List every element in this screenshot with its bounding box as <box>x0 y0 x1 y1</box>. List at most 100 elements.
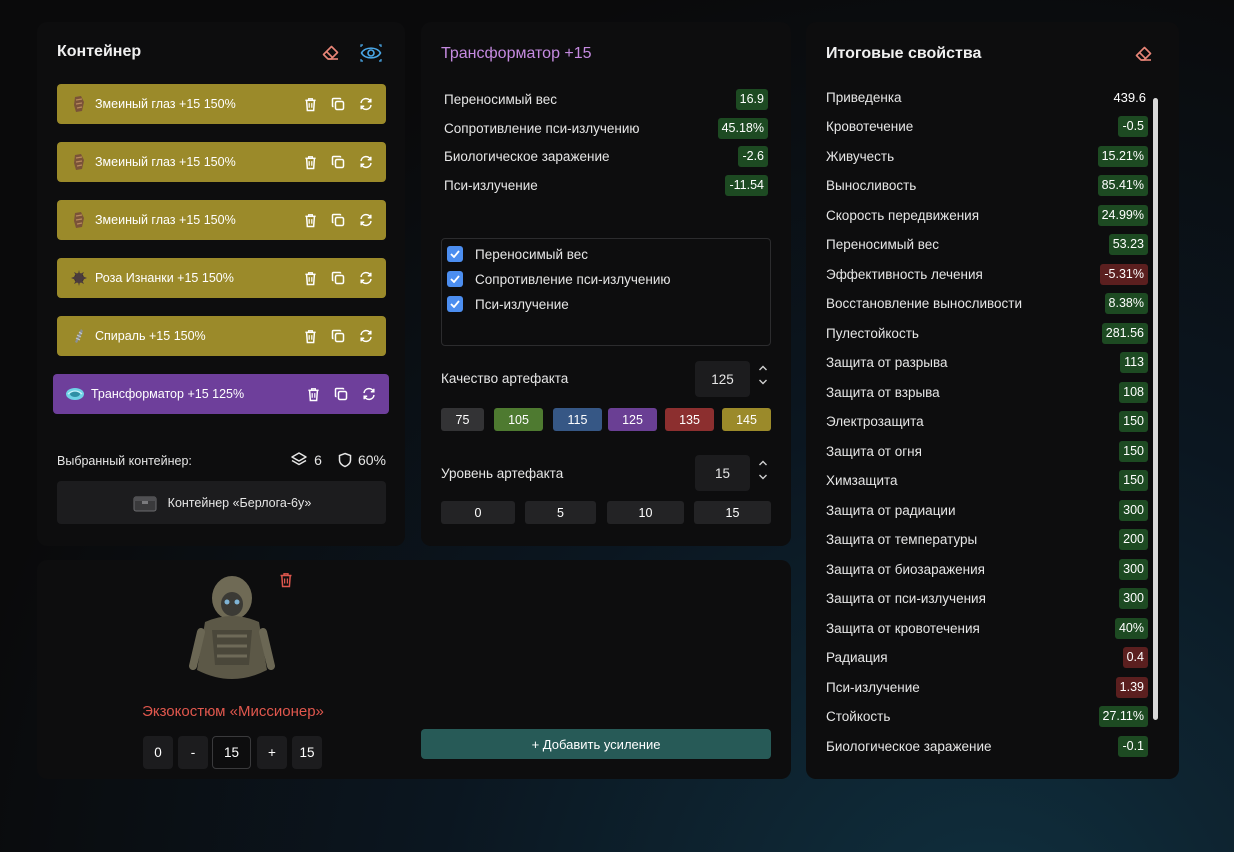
checkbox-label: Пси-излучение <box>475 296 569 312</box>
total-property-label: Переносимый вес <box>826 237 940 252</box>
copy-icon[interactable] <box>330 211 346 229</box>
property-label: Сопротивление пси-излучению <box>444 120 640 136</box>
total-property-value: 200 <box>1119 529 1148 550</box>
container-item[interactable]: Роза Изнанки +15 150% <box>57 258 386 298</box>
snake-eye-artifact-icon <box>69 94 89 114</box>
total-property-value: 27.11% <box>1098 706 1148 727</box>
container-item-actions <box>302 211 374 229</box>
quality-option-button[interactable]: 105 <box>494 408 543 431</box>
container-select-button[interactable]: Контейнер «Берлога-6у» <box>57 481 386 524</box>
quality-spinner[interactable] <box>757 363 769 391</box>
total-property-label: Кровотечение <box>826 119 914 134</box>
container-item[interactable]: Змеиный глаз +15 150% <box>57 142 386 182</box>
container-item[interactable]: Змеиный глаз +15 150% <box>57 84 386 124</box>
total-property-label: Электрозащита <box>826 414 924 429</box>
total-property-row: Защита от пси-излучения 300 <box>826 588 1148 610</box>
level-option-button[interactable]: 15 <box>694 501 771 524</box>
refresh-icon[interactable] <box>358 95 374 113</box>
quality-option-button[interactable]: 115 <box>553 408 602 431</box>
trash-icon[interactable] <box>302 211 318 229</box>
quality-option-button[interactable]: 75 <box>441 408 484 431</box>
quality-option-button[interactable]: 145 <box>722 408 771 431</box>
artifact-property-row: Сопротивление пси-излучению 45.18% <box>444 117 768 139</box>
trash-icon[interactable] <box>302 269 318 287</box>
total-property-value: 300 <box>1119 558 1148 580</box>
transformer-artifact-icon <box>65 384 85 404</box>
property-value: 16.9 <box>735 88 768 110</box>
artifact-property-row: Пси-излучение -11.54 <box>444 174 768 196</box>
chevron-down-icon[interactable] <box>757 472 769 486</box>
suit-max-button[interactable]: 15 <box>292 736 322 769</box>
total-property-row: Приведенка 439.6 <box>826 86 1148 108</box>
total-property-value: 150 <box>1119 440 1148 462</box>
container-item-label: Змеиный глаз +15 150% <box>95 155 236 169</box>
container-item[interactable]: Трансформатор +15 125% <box>53 374 389 414</box>
refresh-icon[interactable] <box>358 153 374 171</box>
property-checkbox-row[interactable]: Сопротивление пси-излучению <box>447 271 670 287</box>
layers-icon <box>290 451 308 469</box>
total-property-value: 1.39 <box>1115 676 1148 698</box>
total-property-label: Защита от разрыва <box>826 355 948 370</box>
level-option-button[interactable]: 0 <box>441 501 515 524</box>
add-boost-button[interactable]: + Добавить усиление <box>421 729 771 759</box>
trash-icon[interactable] <box>305 385 321 403</box>
chevron-up-icon[interactable] <box>757 458 769 472</box>
refresh-icon[interactable] <box>358 269 374 287</box>
refresh-icon[interactable] <box>358 211 374 229</box>
refresh-icon[interactable] <box>358 327 374 345</box>
container-item-label: Роза Изнанки +15 150% <box>95 271 234 285</box>
container-item-actions <box>305 385 377 403</box>
copy-icon[interactable] <box>330 153 346 171</box>
artifact-panel: Трансформатор +15 Переносимый вес 16.9 Соп… <box>421 22 791 546</box>
copy-icon[interactable] <box>330 95 346 113</box>
level-spinner[interactable] <box>757 458 769 486</box>
check-icon[interactable] <box>447 296 463 312</box>
selected-container-label: Выбранный контейнер: <box>57 454 192 468</box>
container-box-icon <box>132 493 158 513</box>
level-input[interactable]: 15 <box>695 455 750 491</box>
eraser-icon[interactable] <box>320 42 342 64</box>
total-property-value: 40% <box>1114 617 1148 639</box>
check-icon[interactable] <box>447 246 463 262</box>
quality-option-button[interactable]: 135 <box>665 408 714 431</box>
level-option-button[interactable]: 10 <box>607 501 684 524</box>
suit-min-button[interactable]: 0 <box>143 736 173 769</box>
container-item[interactable]: Змеиный глаз +15 150% <box>57 200 386 240</box>
trash-icon[interactable] <box>277 571 295 589</box>
suit-level-input[interactable]: 15 <box>212 736 251 769</box>
container-title: Контейнер <box>57 43 142 60</box>
copy-icon[interactable] <box>333 385 349 403</box>
totals-title: Итоговые свойства <box>826 45 982 62</box>
quality-input[interactable]: 125 <box>695 361 750 397</box>
refresh-icon[interactable] <box>361 385 377 403</box>
checkbox-label: Сопротивление пси-излучению <box>475 271 671 287</box>
total-property-value: 8.38% <box>1104 293 1148 314</box>
container-stats: 6 60% <box>290 451 386 469</box>
property-checkbox-row[interactable]: Пси-излучение <box>447 296 569 312</box>
eye-icon[interactable] <box>359 42 383 64</box>
totals-scrollbar-thumb[interactable] <box>1153 98 1158 720</box>
copy-icon[interactable] <box>330 327 346 345</box>
trash-icon[interactable] <box>302 95 318 113</box>
property-checkbox-row[interactable]: Переносимый вес <box>447 246 588 262</box>
suit-increment-button[interactable]: + <box>257 736 287 769</box>
copy-icon[interactable] <box>330 269 346 287</box>
total-property-row: Радиация 0.4 <box>826 647 1148 669</box>
rose-artifact-icon <box>69 268 89 288</box>
container-item-actions <box>302 327 374 345</box>
suit-decrement-button[interactable]: - <box>178 736 208 769</box>
trash-icon[interactable] <box>302 327 318 345</box>
total-property-label: Эффективность лечения <box>826 266 983 282</box>
chevron-up-icon[interactable] <box>757 363 769 377</box>
total-property-label: Защита от взрыва <box>826 384 940 400</box>
total-property-value: 150 <box>1119 411 1148 432</box>
chevron-down-icon[interactable] <box>757 377 769 391</box>
quality-option-button[interactable]: 125 <box>608 408 657 431</box>
level-option-button[interactable]: 5 <box>525 501 596 524</box>
container-item[interactable]: Спираль +15 150% <box>57 316 386 356</box>
total-property-row: Защита от взрыва 108 <box>826 381 1148 403</box>
total-property-label: Защита от огня <box>826 443 922 459</box>
check-icon[interactable] <box>447 271 463 287</box>
trash-icon[interactable] <box>302 153 318 171</box>
eraser-icon[interactable] <box>1133 43 1155 65</box>
